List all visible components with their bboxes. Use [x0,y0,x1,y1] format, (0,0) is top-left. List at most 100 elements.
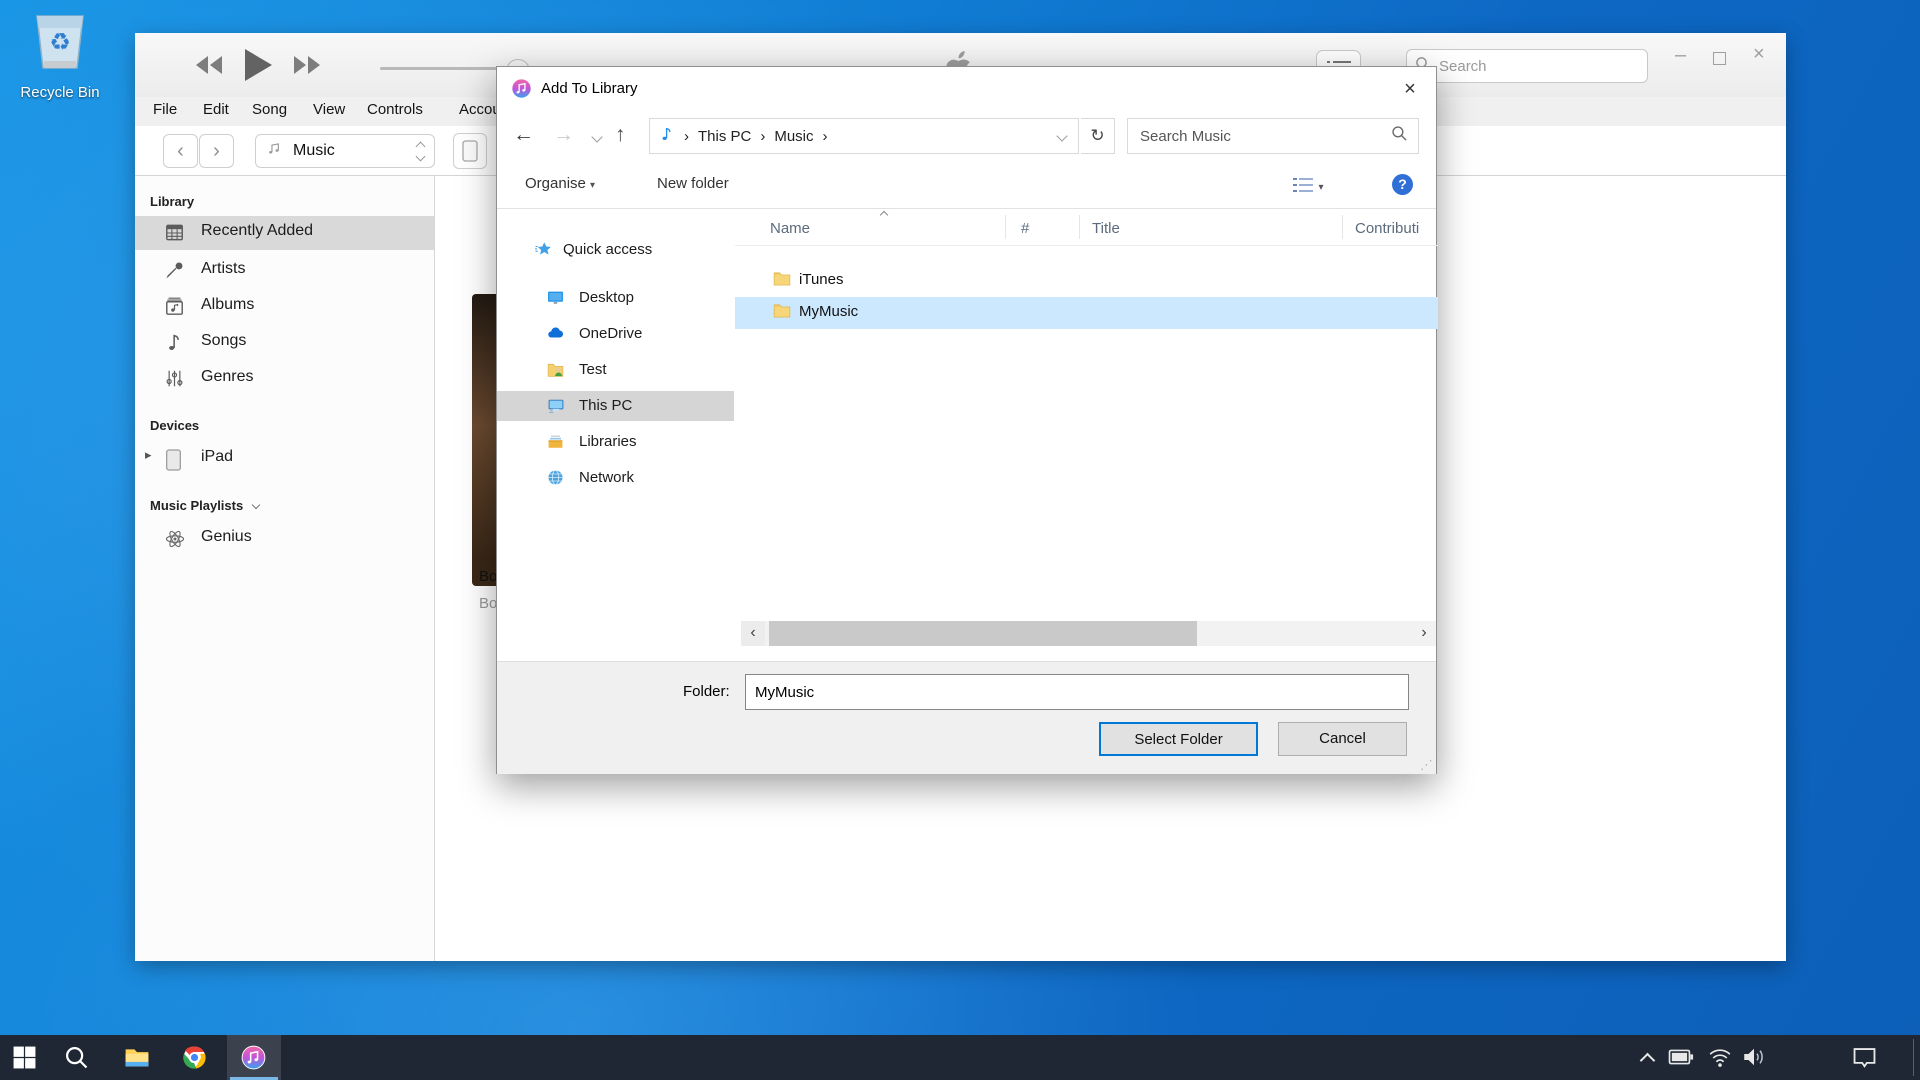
show-hidden-icons-button[interactable] [1642,1053,1653,1071]
taskbar-chrome[interactable] [182,1045,207,1070]
tree-item-libraries[interactable]: Libraries [497,427,734,457]
itunes-back-button[interactable]: ‹ [163,134,198,168]
menu-edit[interactable]: Edit [203,101,229,118]
network-icon [547,469,564,490]
tree-item-test[interactable]: Test [497,355,734,385]
refresh-button[interactable]: ↻ [1081,118,1115,154]
crumb-separator: › [823,128,828,145]
sort-ascending-icon [880,211,888,219]
forward-arrow-icon[interactable]: → [553,121,574,149]
up-arrow-icon[interactable]: ↑ [615,121,626,149]
dialog-close-button[interactable]: × [1392,73,1428,105]
horizontal-scrollbar[interactable]: ‹ › [741,621,1436,646]
dialog-search-input[interactable] [1138,127,1391,146]
itunes-close-button[interactable]: × [1753,44,1765,64]
recycle-bin[interactable]: ♻ Recycle Bin [12,12,108,101]
volume-slider-track[interactable] [380,67,498,70]
scroll-right-button[interactable]: › [1412,621,1436,646]
speaker-icon[interactable] [1742,1046,1767,1071]
tree-item-quick-access[interactable]: Quick access [497,235,734,265]
address-bar[interactable]: › This PC › Music › [649,118,1079,154]
menu-file[interactable]: File [153,101,177,118]
itunes-forward-button[interactable]: › [199,134,234,168]
device-button[interactable] [453,133,487,169]
itunes-app-icon [511,78,532,104]
desktop-background: ♻ Recycle Bin [0,0,1920,1080]
menu-song[interactable]: Song [252,101,287,118]
battery-icon[interactable] [1668,1047,1693,1072]
fast-forward-button[interactable] [293,55,321,80]
file-row-mymusic[interactable]: MyMusic [735,297,1438,329]
sidebar-item-genius[interactable]: Genius [135,522,434,556]
dialog-titlebar[interactable]: Add To Library × [497,67,1436,111]
dialog-search-box[interactable] [1127,118,1419,154]
recent-locations-icon[interactable] [591,131,602,142]
scrollbar-thumb[interactable] [769,621,1197,646]
recycle-bin-icon: ♻ [29,65,91,82]
caret-down-icon: ▾ [1318,182,1323,193]
column-number[interactable]: # [1021,220,1029,237]
sidebar-item-albums[interactable]: Albums [135,290,434,324]
breadcrumb-music[interactable]: Music [774,128,813,145]
tree-item-this-pc[interactable]: This PC [497,391,734,421]
column-name[interactable]: Name [770,220,810,237]
library-selector[interactable]: Music [255,134,435,168]
cancel-button[interactable]: Cancel [1278,722,1407,756]
album-title[interactable]: Bo [479,568,497,585]
quick-access-star-icon [535,241,552,262]
play-button[interactable] [243,48,273,87]
this-pc-icon [547,397,565,418]
tree-item-desktop[interactable]: Desktop [497,283,734,313]
itunes-maximize-button[interactable] [1713,49,1726,69]
taskbar-itunes[interactable] [241,1045,266,1070]
music-note-icon [266,140,283,162]
file-list-header: Name # Title Contributi [735,209,1438,246]
address-dropdown-icon[interactable] [1056,130,1067,141]
view-mode-button[interactable]: ▾ [1292,176,1323,199]
album-artist[interactable]: Bo [479,595,497,612]
itunes-sidebar: Library Recently Added Artists Albums [135,176,435,961]
column-title[interactable]: Title [1092,220,1120,237]
column-contributing-artists[interactable]: Contributi [1355,220,1419,237]
album-art[interactable] [472,294,496,586]
breadcrumb-this-pc[interactable]: This PC [698,128,751,145]
show-desktop-separator[interactable] [1913,1039,1914,1076]
crumb-separator: › [684,128,689,145]
file-row-itunes[interactable]: iTunes [735,265,1438,296]
sidebar-item-ipad[interactable]: ▸ iPad [135,442,434,476]
itunes-search-box[interactable] [1406,49,1648,83]
start-button[interactable] [12,1045,37,1070]
select-folder-button[interactable]: Select Folder [1099,722,1258,756]
folder-icon [773,271,791,291]
resize-grip[interactable]: ⋰ [1420,757,1433,773]
dialog-file-list: Name # Title Contributi iTunes MyMusic [735,209,1438,621]
itunes-search-input[interactable] [1437,57,1640,76]
organise-button[interactable]: Organise ▾ [525,175,595,192]
new-folder-button[interactable]: New folder [657,175,729,192]
sidebar-item-genres[interactable]: Genres [135,362,434,396]
microphone-icon [165,261,184,285]
taskbar-file-explorer[interactable] [124,1045,149,1070]
tree-item-network[interactable]: Network [497,463,734,493]
sidebar-item-artists[interactable]: Artists [135,254,434,288]
desktop-icon [547,289,564,310]
devices-section-header: Devices [150,418,199,433]
svg-text:♻: ♻ [49,29,71,56]
itunes-minimize-button[interactable]: – [1675,45,1686,65]
search-icon [64,1045,89,1070]
action-center-icon[interactable] [1852,1046,1877,1071]
tree-item-onedrive[interactable]: OneDrive [497,319,734,349]
folder-name-input[interactable] [745,674,1409,710]
selector-stepper-icon[interactable] [417,143,424,160]
rewind-button[interactable] [195,55,223,80]
sidebar-item-songs[interactable]: Songs [135,326,434,360]
taskbar-search-button[interactable] [64,1045,89,1070]
sidebar-item-recently-added[interactable]: Recently Added [135,216,434,250]
wifi-icon[interactable] [1708,1046,1733,1071]
scroll-left-button[interactable]: ‹ [741,621,765,646]
help-button[interactable]: ? [1392,174,1413,195]
menu-view[interactable]: View [313,101,345,118]
menu-controls[interactable]: Controls [367,101,423,118]
disclosure-icon[interactable]: ▸ [145,447,152,463]
back-arrow-icon[interactable]: ← [513,121,534,149]
